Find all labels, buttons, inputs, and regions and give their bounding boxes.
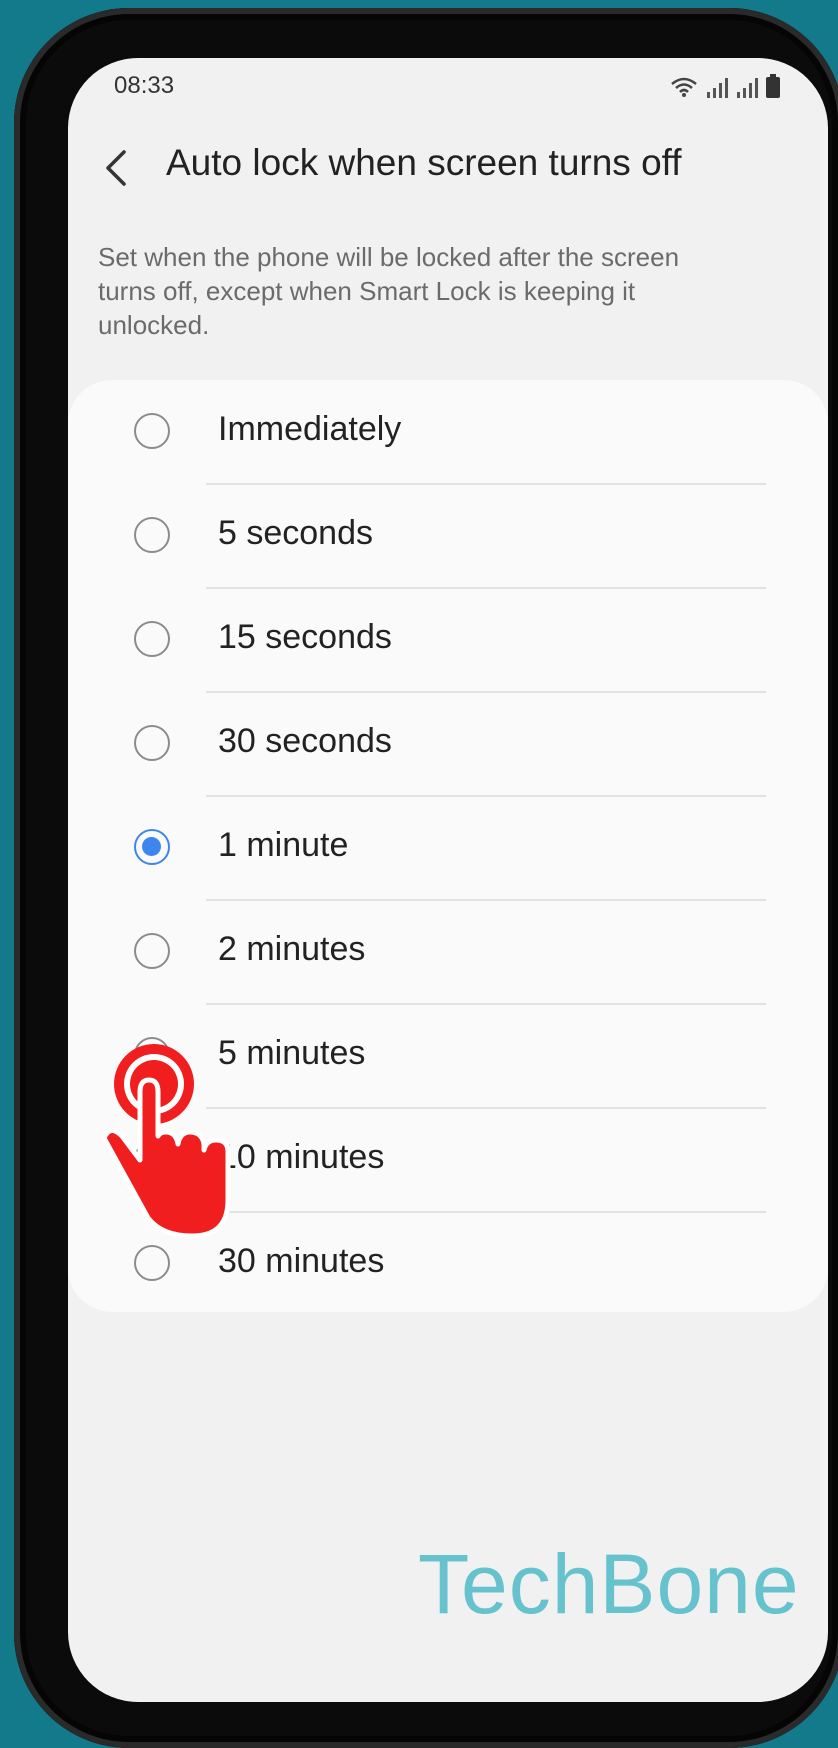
- option-label: 10 minutes: [218, 1138, 385, 1176]
- status-bar: 08:33: [114, 64, 780, 108]
- tap-pointer-icon: [101, 1044, 231, 1239]
- radio-button-selected[interactable]: [134, 829, 170, 865]
- phone-frame: 08:33 Auto lock when screen turns off Se…: [14, 8, 838, 1748]
- option-label: 15 seconds: [218, 618, 392, 656]
- option-30-seconds[interactable]: 30 seconds: [68, 692, 828, 797]
- signal-icon: [707, 78, 728, 98]
- radio-button[interactable]: [134, 725, 170, 761]
- option-label: 1 minute: [218, 826, 349, 864]
- techbone-watermark: TechBone: [418, 1537, 800, 1631]
- option-label: Immediately: [218, 410, 402, 448]
- option-label: 5 seconds: [218, 514, 373, 552]
- page-description: Set when the phone will be locked after …: [98, 242, 680, 340]
- option-label: 5 minutes: [218, 1034, 366, 1072]
- radio-button[interactable]: [134, 621, 170, 657]
- option-label: 2 minutes: [218, 930, 366, 968]
- phone-screen: 08:33 Auto lock when screen turns off Se…: [68, 58, 828, 1702]
- option-2-minutes[interactable]: 2 minutes: [68, 900, 828, 1005]
- radio-button[interactable]: [134, 933, 170, 969]
- status-icons: [670, 74, 780, 98]
- chevron-left-icon[interactable]: [96, 146, 140, 190]
- option-label: 30 seconds: [218, 722, 392, 760]
- page-title: Auto lock when screen turns off: [166, 142, 682, 183]
- radio-button[interactable]: [134, 517, 170, 553]
- option-immediately[interactable]: Immediately: [68, 380, 828, 485]
- option-1-minute[interactable]: 1 minute: [68, 796, 828, 901]
- option-5-seconds[interactable]: 5 seconds: [68, 484, 828, 589]
- signal-icon: [737, 78, 758, 98]
- battery-icon: [766, 74, 780, 98]
- status-time: 08:33: [114, 72, 175, 99]
- option-15-seconds[interactable]: 15 seconds: [68, 588, 828, 693]
- wifi-icon: [671, 77, 697, 97]
- option-label: 30 minutes: [218, 1242, 385, 1280]
- app-header: Auto lock when screen turns off: [68, 118, 828, 218]
- radio-button[interactable]: [134, 413, 170, 449]
